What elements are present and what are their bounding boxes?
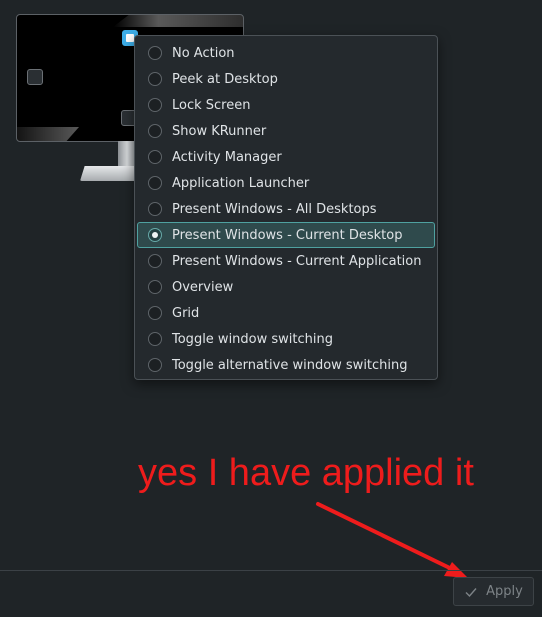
menu-item-peek-at-desktop[interactable]: Peek at Desktop: [137, 66, 435, 92]
checkmark-icon: [465, 587, 477, 597]
screen-edge-left-button[interactable]: [27, 69, 43, 85]
radio-icon: [148, 202, 162, 216]
monitor-shine: [113, 15, 243, 27]
menu-item-label: Peek at Desktop: [172, 71, 278, 87]
menu-item-label: Overview: [172, 279, 234, 295]
radio-icon: [148, 98, 162, 112]
menu-item-show-krunner[interactable]: Show KRunner: [137, 118, 435, 144]
radio-icon: [148, 332, 162, 346]
menu-item-label: No Action: [172, 45, 235, 61]
menu-item-label: Grid: [172, 305, 200, 321]
radio-icon: [148, 280, 162, 294]
menu-item-label: Application Launcher: [172, 175, 310, 191]
radio-icon: [148, 306, 162, 320]
radio-icon: [148, 358, 162, 372]
radio-icon: [148, 124, 162, 138]
menu-item-overview[interactable]: Overview: [137, 274, 435, 300]
radio-icon: [148, 150, 162, 164]
radio-icon: [148, 176, 162, 190]
edge-action-menu: No Action Peek at Desktop Lock Screen Sh…: [134, 35, 438, 380]
menu-item-label: Present Windows - Current Application: [172, 253, 422, 269]
monitor-shine: [17, 127, 79, 141]
apply-button[interactable]: Apply: [453, 577, 534, 606]
menu-item-toggle-window-switching[interactable]: Toggle window switching: [137, 326, 435, 352]
menu-item-lock-screen[interactable]: Lock Screen: [137, 92, 435, 118]
radio-icon: [148, 72, 162, 86]
menu-item-label: Toggle alternative window switching: [172, 357, 408, 373]
radio-icon: [148, 254, 162, 268]
apply-button-label: Apply: [486, 584, 523, 599]
monitor-stand-base: [80, 166, 138, 181]
menu-item-label: Present Windows - Current Desktop: [172, 227, 403, 243]
menu-item-label: Show KRunner: [172, 123, 267, 139]
menu-item-present-windows-all-desktops[interactable]: Present Windows - All Desktops: [137, 196, 435, 222]
menu-item-grid[interactable]: Grid: [137, 300, 435, 326]
menu-item-present-windows-current-desktop[interactable]: Present Windows - Current Desktop: [137, 222, 435, 248]
radio-icon: [148, 46, 162, 60]
radio-selected-icon: [148, 228, 162, 242]
menu-item-label: Toggle window switching: [172, 331, 333, 347]
menu-item-present-windows-current-application[interactable]: Present Windows - Current Application: [137, 248, 435, 274]
annotation-text: yes I have applied it: [138, 452, 474, 494]
menu-item-label: Lock Screen: [172, 97, 251, 113]
menu-item-no-action[interactable]: No Action: [137, 40, 435, 66]
footer-divider: [0, 570, 542, 571]
menu-item-application-launcher[interactable]: Application Launcher: [137, 170, 435, 196]
menu-item-label: Activity Manager: [172, 149, 282, 165]
menu-item-toggle-alternative-window-switching[interactable]: Toggle alternative window switching: [137, 352, 435, 378]
menu-item-label: Present Windows - All Desktops: [172, 201, 377, 217]
screen-edges-settings-page: No Action Peek at Desktop Lock Screen Sh…: [0, 0, 542, 617]
menu-item-activity-manager[interactable]: Activity Manager: [137, 144, 435, 170]
